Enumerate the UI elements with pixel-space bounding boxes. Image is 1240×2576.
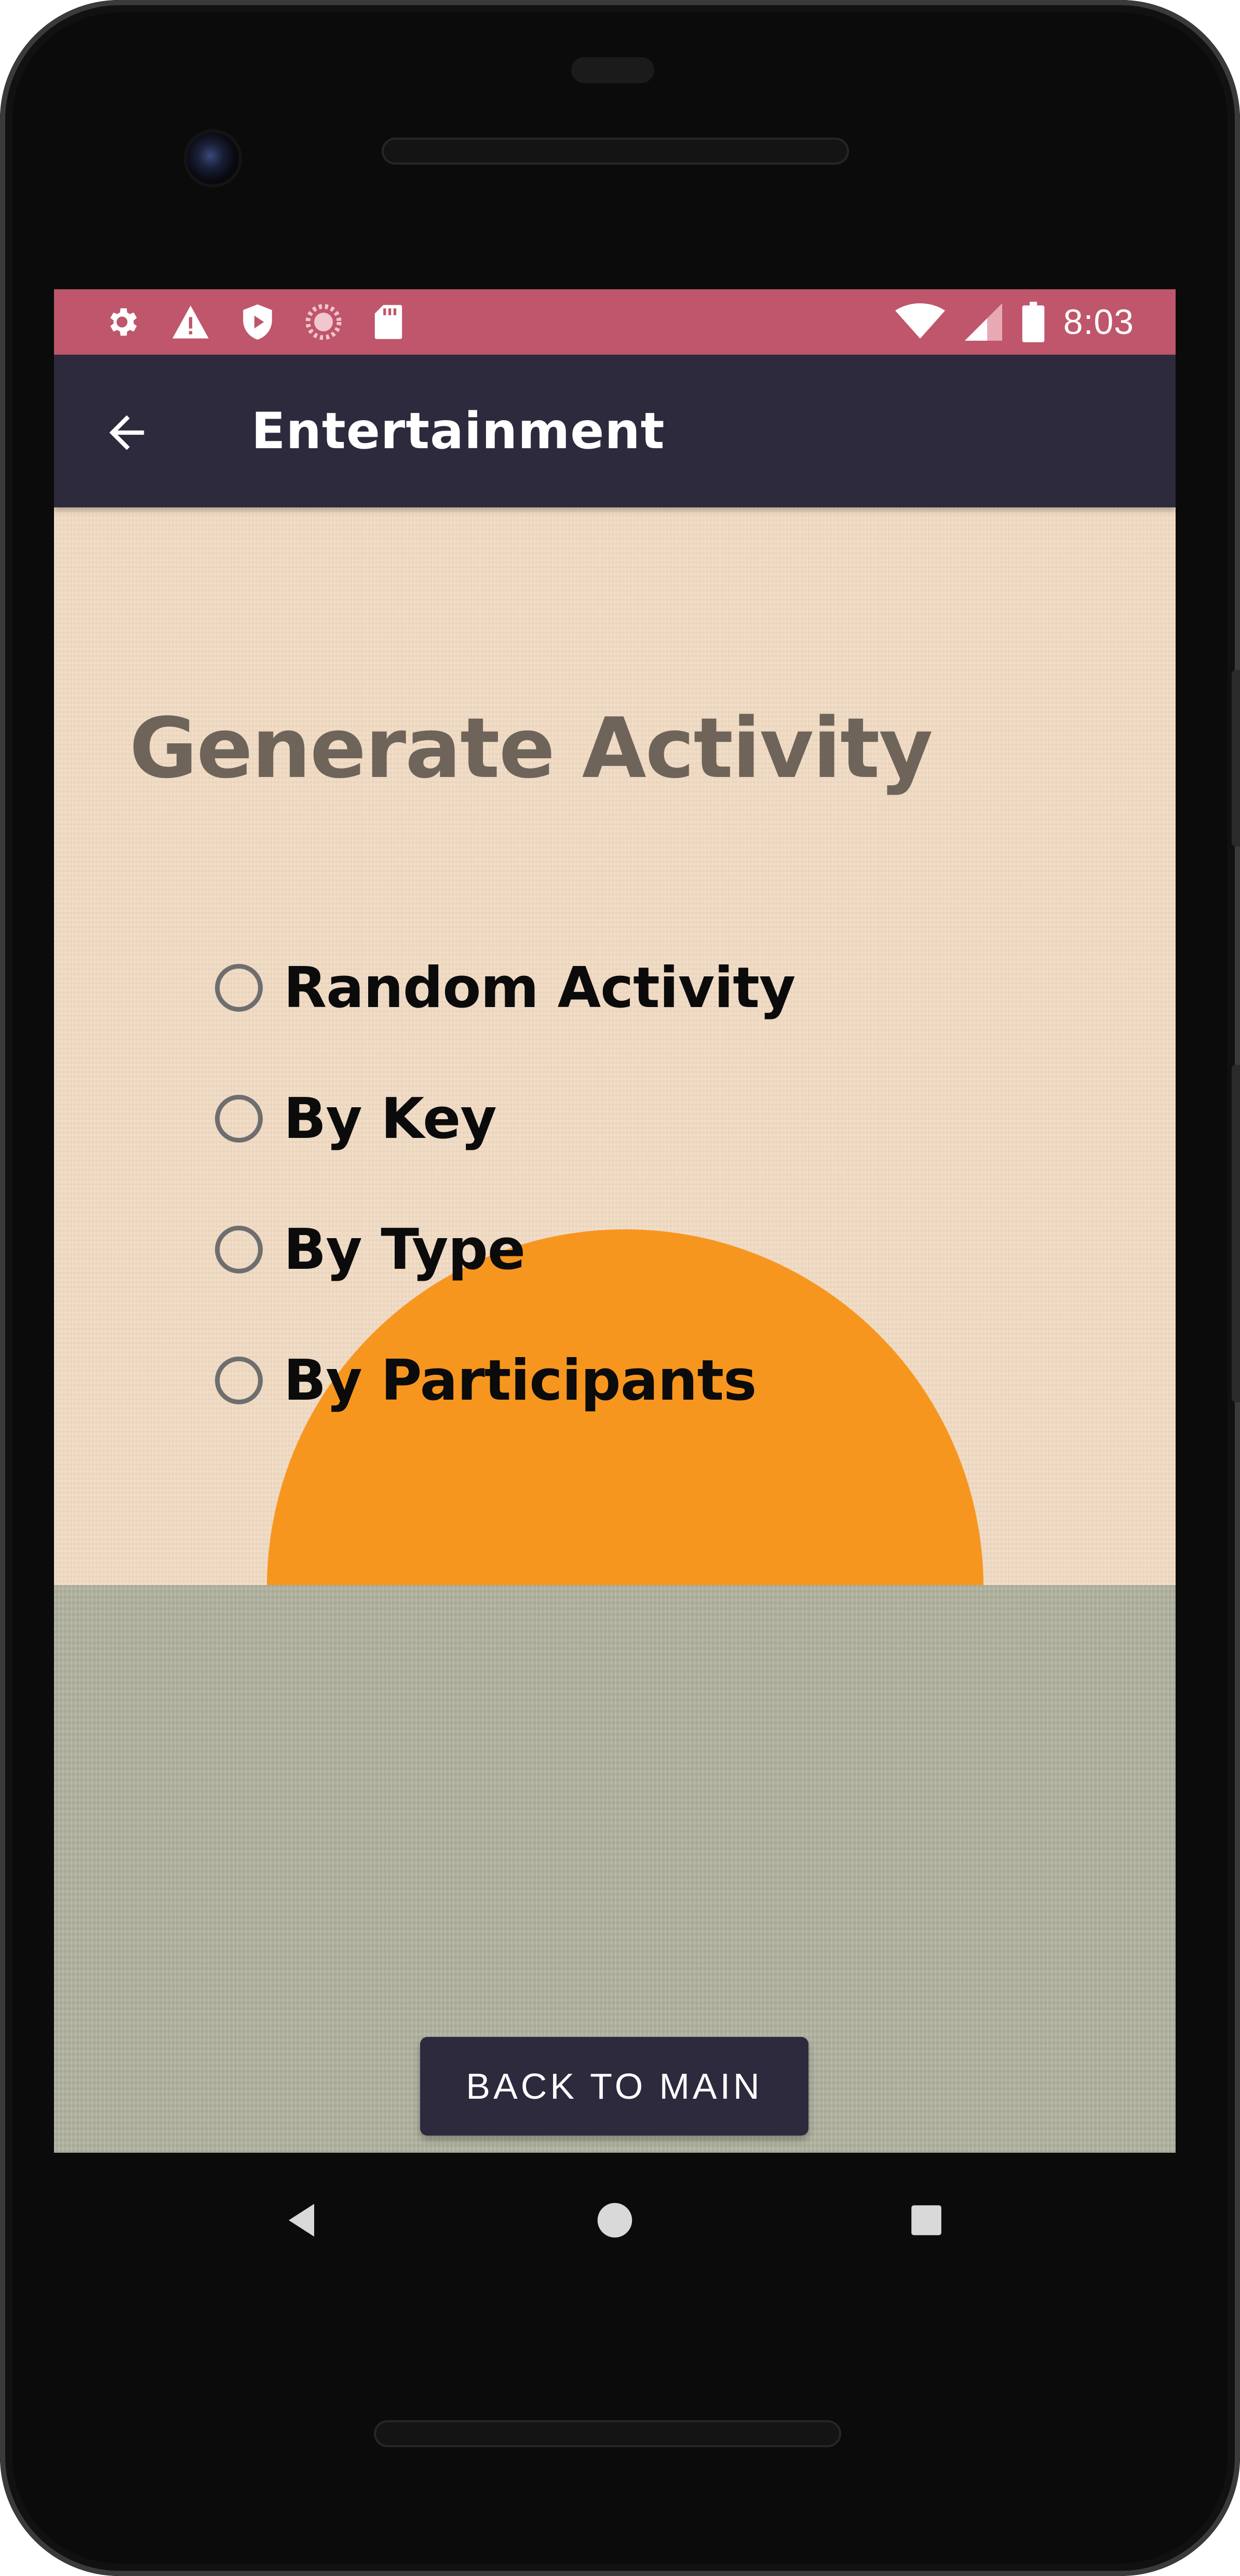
sd-card-icon (374, 305, 402, 339)
app-bar: Entertainment (54, 355, 1176, 507)
signal-icon (964, 303, 1002, 341)
recents-square-icon[interactable] (890, 2184, 963, 2257)
top-speaker (382, 138, 849, 165)
radio-button-icon[interactable] (215, 964, 263, 1012)
radio-label: By Key (284, 1086, 497, 1151)
phone-frame: 8:03 Entertainment Generate Activity Ran… (0, 0, 1240, 2576)
radio-option-by-type[interactable]: By Type (215, 1200, 525, 1299)
back-triangle-icon[interactable] (267, 2184, 340, 2257)
status-bar: 8:03 (54, 289, 1176, 355)
bottom-speaker (374, 2420, 841, 2447)
battery-icon (1022, 302, 1044, 342)
wifi-icon (895, 303, 945, 339)
status-time: 8:03 (1063, 302, 1134, 342)
power-button (1232, 670, 1240, 847)
content-area: Generate Activity Random Activity By Key… (54, 507, 1176, 2153)
home-circle-icon[interactable] (578, 2184, 651, 2257)
page-heading: Generate Activity (129, 700, 933, 797)
volume-button (1232, 1065, 1240, 1402)
warning-icon (172, 305, 209, 339)
radio-label: Random Activity (284, 955, 796, 1021)
radio-button-icon[interactable] (215, 1357, 263, 1404)
settings-icon (110, 308, 137, 336)
system-nav-bar (54, 2153, 1176, 2288)
loading-icon (305, 304, 342, 340)
radio-option-by-participants[interactable]: By Participants (215, 1331, 757, 1430)
status-icons-right: 8:03 (895, 289, 1134, 355)
radio-option-by-key[interactable]: By Key (215, 1069, 497, 1168)
front-camera (187, 132, 239, 184)
app-bar-title: Entertainment (251, 402, 665, 460)
arrow-left-icon[interactable] (101, 407, 153, 459)
shield-icon (243, 304, 272, 340)
radio-label: By Participants (284, 1348, 757, 1413)
radio-option-random-activity[interactable]: Random Activity (215, 938, 796, 1037)
radio-label: By Type (284, 1217, 525, 1282)
radio-button-icon[interactable] (215, 1226, 263, 1273)
proximity-sensor (571, 57, 654, 83)
screen: 8:03 Entertainment Generate Activity Ran… (54, 289, 1176, 2153)
radio-button-icon[interactable] (215, 1095, 263, 1143)
status-icons-left (103, 289, 405, 355)
back-to-main-button[interactable]: BACK TO MAIN (420, 2037, 808, 2136)
